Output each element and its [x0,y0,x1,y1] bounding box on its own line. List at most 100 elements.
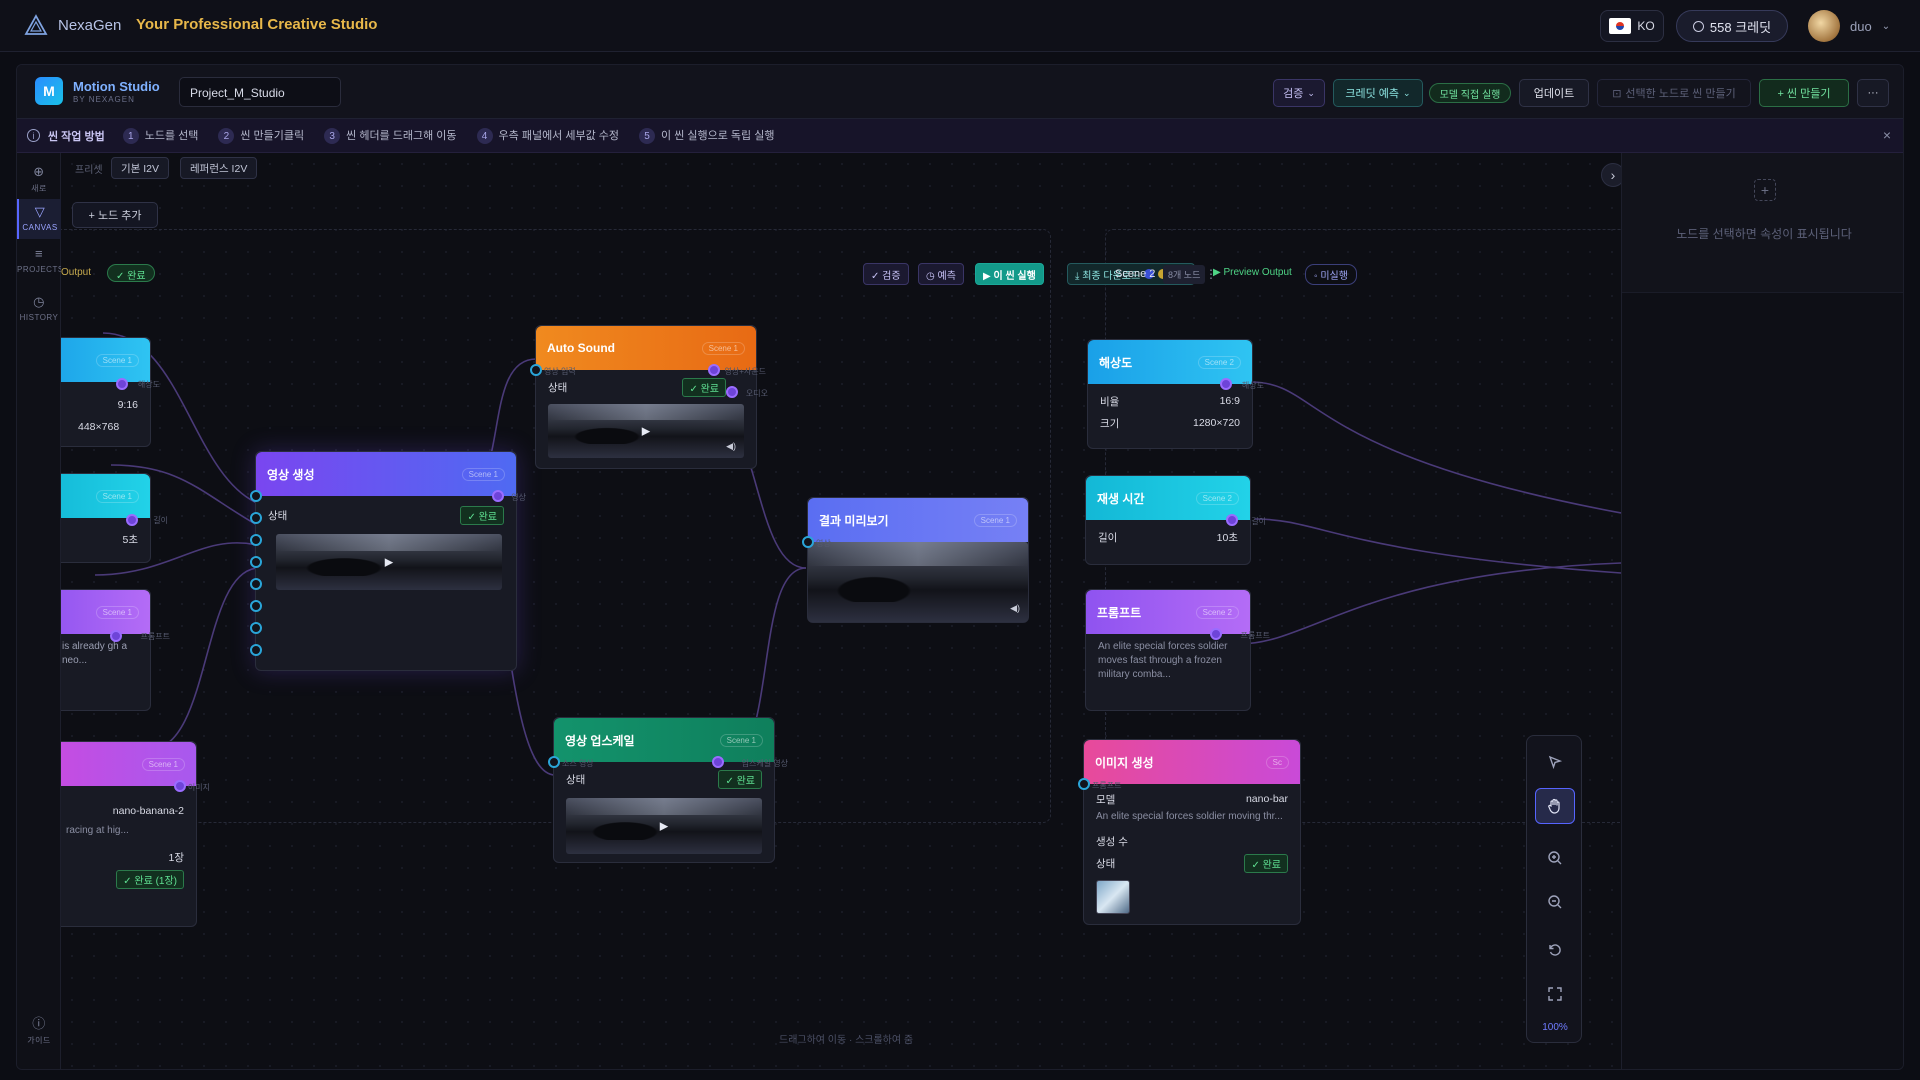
model-value: nano-bar [1245,793,1288,805]
resolution-output-port[interactable] [1220,378,1232,390]
s2-resolution-node[interactable]: 해상도 Scene 2 비율 16:9 크기 1280×720 해상도 [1087,339,1264,449]
user-menu[interactable]: duo ⌄ [1808,10,1890,42]
node-title: 영상 업스케일 [565,733,635,748]
s2-duration-node[interactable]: 재생 시간 Scene 2 길이 10초 길이 [1085,475,1266,565]
video-output-port[interactable] [492,490,504,502]
upscale-output-port[interactable] [712,756,724,768]
make-scene-from-selected-button[interactable]: ⊡ 선택한 노드로 씬 만들기 [1597,79,1751,107]
sound-output-port[interactable] [708,364,720,376]
input-port[interactable] [250,490,262,502]
fit-view-icon[interactable] [1535,976,1575,1012]
scene1-validate-button[interactable]: ✓ 검증 [863,263,909,285]
ratio-row: 9:16 [61,394,150,416]
app-frame: M Motion Studio BY NEXAGEN Project_M_Stu… [16,64,1904,1070]
s1-resolution-node[interactable]: Scene 1 9:16 448×768 해상도 [61,337,160,447]
scene2-status-badge: ◦ 미실행 [1305,264,1357,285]
canvas-hint: 드래그하여 이동 · 스크롤하여 줌 [779,1035,914,1046]
plus-circle-icon: ⊕ [33,164,45,179]
hand-tool-icon[interactable] [1535,788,1575,824]
brand-name: NexaGen [58,16,122,34]
s1-upscale-node[interactable]: 영상 업스케일 Scene 1 상태 ✓ 완료 ▶ 소스 영상 업스케일 영상 [548,717,788,863]
model-direct-run-button[interactable]: 모델 직접 실행 [1429,83,1511,103]
step-number: 3 [324,128,341,145]
input-port[interactable] [250,578,262,590]
rail-guide[interactable]: ⓘ 가이드 [17,1017,61,1051]
step-label: 씬 헤더를 드래그해 이동 [346,129,457,142]
port-label: 길이 [1251,517,1266,526]
scene-tag: Scene 1 [95,489,139,503]
scene1-run-button[interactable]: ▶ 이 씬 실행 [975,263,1044,285]
preview-thumbnail[interactable]: ◀) [808,542,1028,622]
scene1-predict-button[interactable]: ◷ 예측 [918,263,964,285]
prompt-text: An elite special forces soldier moves fa… [1098,641,1228,680]
s1-result-preview-node[interactable]: 결과 미리보기 Scene 1 ◀) 영상 [802,497,1029,623]
zoom-in-icon[interactable] [1535,840,1575,876]
pointer-tool-icon[interactable] [1535,744,1575,780]
brand-logo[interactable]: NexaGen [24,14,121,36]
sound-input-port[interactable] [530,364,542,376]
scene2-title[interactable]: Scene 2 [1115,268,1155,280]
input-port[interactable] [250,512,262,524]
rail-guide-label: 가이드 [27,1036,51,1045]
audio-output-port[interactable] [726,386,738,398]
model-row: 모델 nano-bar [1084,788,1300,810]
panel-collapse-button[interactable]: › [1601,163,1621,187]
count-row: 생성 수 [1084,830,1300,852]
new-scene-button[interactable]: + 씬 만들기 [1759,79,1849,107]
add-square-icon: + [1754,179,1776,201]
scene-tag: Scene 1 [701,341,745,355]
input-port[interactable] [250,556,262,568]
duration-output-port[interactable] [126,514,138,526]
close-icon[interactable]: × [1883,127,1891,143]
credits-badge[interactable]: 558 크레딧 [1676,10,1788,42]
upscale-input-port[interactable] [548,756,560,768]
node-canvas[interactable]: 프리셋 기본 I2V 레퍼런스 I2V + 노드 추가 Output ✓ 완료 … [61,153,1621,1069]
rail-projects[interactable]: ≡ PROJECTS [17,247,63,281]
more-button[interactable]: ··· [1857,79,1889,107]
edge-s2-dur [1254,518,1621,574]
reset-view-icon[interactable] [1535,932,1575,968]
scene2-preview-output[interactable]: ▶ Preview Output [1213,267,1292,278]
sound-video-thumbnail[interactable]: ▶ ◀) [548,404,744,458]
language-button[interactable]: KO [1600,10,1664,42]
step-5: 5 이 씬 실행으로 독립 실행 [639,127,774,145]
size-row: 448×768 [61,416,150,438]
preview-input-port[interactable] [802,536,814,548]
s2-image-generation-node[interactable]: 이미지 생성 Sc 모델 nano-bar An elite special for… [1078,739,1301,925]
input-port[interactable] [250,644,262,656]
s1-prompt-node[interactable]: Scene 1 is already gh a neo... 프롬프트 [61,589,170,711]
prompt-output-port[interactable] [1210,628,1222,640]
s1-video-generation-node[interactable]: 영상 생성 Scene 1 상태 ✓ 완료 ▶ 영상 [250,451,526,671]
scene2-node-count: 8개 노드 [1163,265,1206,284]
prompt-output-port[interactable] [110,630,122,642]
rail-new[interactable]: ⊕ 새로 [17,165,61,199]
credit-predict-dropdown[interactable]: 크레딧 예측 ⌄ [1333,79,1423,107]
status-label: 상태 [566,773,586,786]
status-label: 상태 [268,509,288,522]
image-prompt-text: racing at hig... [66,825,129,836]
input-port[interactable] [250,622,262,634]
node-title: 재생 시간 [1097,491,1145,506]
rail-history[interactable]: ◷ HISTORY [17,295,61,329]
info-icon: i [27,129,40,142]
video-thumbnail[interactable]: ▶ [276,534,502,590]
validate-dropdown[interactable]: 검증 ⌄ [1273,79,1325,107]
rail-canvas[interactable]: ▽ CANVAS [17,199,61,239]
input-port[interactable] [250,534,262,546]
image-input-port[interactable] [1078,778,1090,790]
count-value: 1장 [168,851,185,864]
update-button[interactable]: 업데이트 [1519,79,1589,107]
s1-image-node[interactable]: Scene 1 nano-banana-2 racing at hig... 1… [61,741,210,927]
duration-output-port[interactable] [1226,514,1238,526]
project-name-input[interactable]: Project_M_Studio [179,77,341,107]
s2-prompt-node[interactable]: 프롬프트 Scene 2 An elite special forces sold… [1085,589,1270,711]
input-port[interactable] [250,600,262,612]
upscale-thumbnail[interactable]: ▶ [566,798,762,854]
port-label: 길이 [153,516,168,525]
s1-auto-sound-node[interactable]: Auto Sound Scene 1 상태 ✓ 완료 ▶ ◀) 영상 입력 영상+사운… [530,325,768,469]
s1-duration-node[interactable]: Scene 1 5초 길이 [61,473,168,563]
resolution-output-port[interactable] [116,378,128,390]
zoom-out-icon[interactable] [1535,884,1575,920]
generated-image-thumbnail[interactable] [1096,880,1130,914]
image-output-port[interactable] [174,780,186,792]
